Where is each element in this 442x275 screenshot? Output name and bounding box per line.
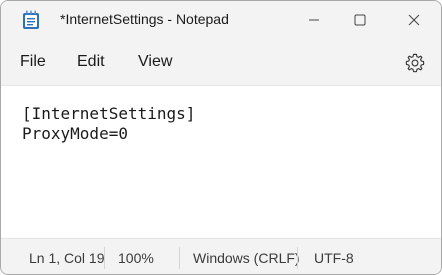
status-bar: Ln 1, Col 19 100% Windows (CRLF) UTF-8 [1, 238, 441, 274]
menu-bar: File Edit View [1, 38, 441, 86]
minimize-icon [308, 14, 320, 26]
status-divider [104, 247, 105, 269]
encoding[interactable]: UTF-8 [314, 250, 354, 266]
menu-edit[interactable]: Edit [77, 53, 105, 71]
window-title: *InternetSettings - Notepad [60, 11, 229, 27]
menu-file[interactable]: File [20, 53, 46, 71]
close-icon [408, 14, 420, 26]
maximize-icon [354, 14, 366, 26]
title-bar[interactable]: *InternetSettings - Notepad [1, 1, 441, 38]
text-editor[interactable]: [InternetSettings] ProxyMode=0 [1, 86, 441, 237]
notepad-icon [22, 10, 40, 30]
maximize-button[interactable] [337, 1, 383, 38]
menu-view[interactable]: View [138, 53, 172, 71]
zoom-level[interactable]: 100% [118, 250, 154, 266]
close-button[interactable] [391, 1, 437, 38]
cursor-position[interactable]: Ln 1, Col 19 [29, 250, 105, 266]
minimize-button[interactable] [291, 1, 337, 38]
status-divider [297, 247, 298, 269]
notepad-window: *InternetSettings - Notepad File Edit Vi… [0, 0, 442, 275]
settings-button[interactable] [404, 52, 426, 74]
editor-line: ProxyMode=0 [22, 124, 128, 143]
editor-line: [InternetSettings] [22, 104, 196, 123]
gear-icon [404, 53, 426, 78]
line-ending[interactable]: Windows (CRLF) [193, 250, 300, 266]
status-divider [179, 247, 180, 269]
